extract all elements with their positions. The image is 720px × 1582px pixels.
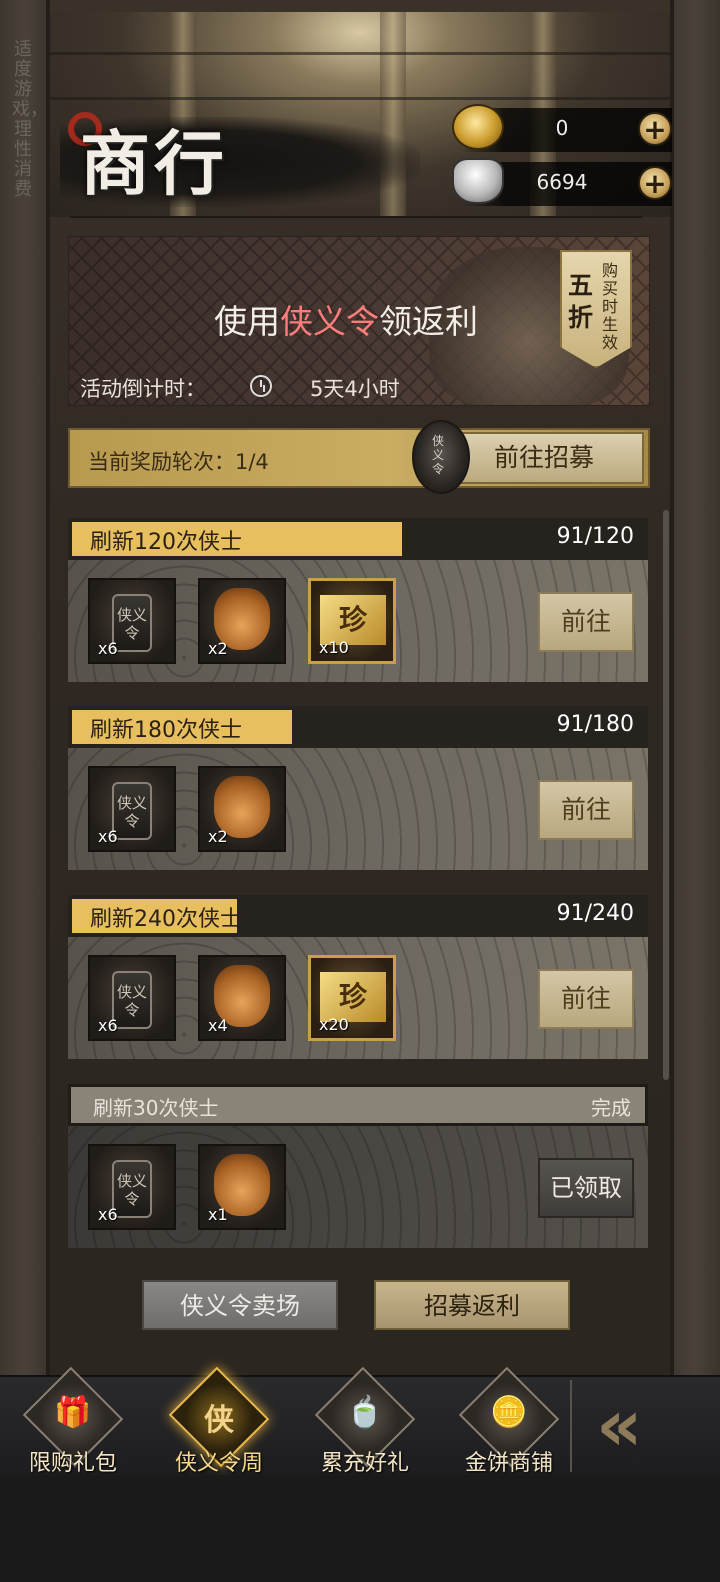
task-title: 刷新120次侠士 xyxy=(90,530,242,555)
back-chevron-icon[interactable]: « xyxy=(596,1389,706,1462)
nav-label: 侠义令周 xyxy=(174,1451,263,1476)
go-button[interactable]: 前往 xyxy=(538,969,634,1029)
reward-item[interactable]: x4 xyxy=(198,955,286,1041)
reward-count: x6 xyxy=(98,827,118,846)
gold-currency: 0 + xyxy=(452,104,672,152)
reward-count: x6 xyxy=(98,639,118,658)
shelf xyxy=(50,52,670,55)
xiayi-token-icon xyxy=(412,420,470,494)
discount-label: 五折 xyxy=(568,271,594,332)
divider xyxy=(70,216,642,218)
nav-label: 金饼商铺 xyxy=(464,1451,553,1476)
clock-icon xyxy=(250,375,272,397)
countdown-value: 5天4小时 xyxy=(310,377,400,401)
reward-count: x6 xyxy=(98,1205,118,1224)
banner-title-highlight: 侠义令 xyxy=(280,302,379,341)
task-rewards: 侠义令 x6 x2 珍 x10 前往 xyxy=(68,560,648,682)
token-market-button[interactable]: 侠义令卖场 xyxy=(142,1280,338,1330)
task-card: 刷新180次侠士 91/180 侠义令 x6 x2 前往 xyxy=(68,706,648,872)
task-header: 刷新180次侠士 91/180 xyxy=(68,706,648,748)
reward-item[interactable]: x2 xyxy=(198,578,286,664)
task-card: 刷新120次侠士 91/120 侠义令 x6 x2 珍 x10 前往 xyxy=(68,518,648,684)
nav-item-recharge-gift[interactable]: 🍵 累充好礼 xyxy=(300,1366,430,1477)
task-rewards: 侠义令 x6 x1 已领取 xyxy=(68,1126,648,1248)
shelf xyxy=(50,97,670,100)
left-frame xyxy=(0,0,50,1390)
task-title: 刷新240次侠士 xyxy=(90,907,242,932)
gold-coin-icon xyxy=(452,104,504,150)
reward-count: x2 xyxy=(208,827,228,846)
banner-title-suffix: 领返利 xyxy=(379,302,478,341)
banner-title: 使用侠义令领返利 xyxy=(214,295,478,343)
task-title: 刷新30次侠士 xyxy=(93,1096,219,1120)
task-progress: 91/120 xyxy=(556,524,634,549)
task-progress: 91/240 xyxy=(556,901,634,926)
task-progress: 91/180 xyxy=(556,712,634,737)
task-header: 刷新120次侠士 91/120 xyxy=(68,518,648,560)
discount-tag: 五折 购买时生效 xyxy=(560,250,632,368)
footer-strip xyxy=(0,1475,720,1582)
rare-ticket-icon: 珍 xyxy=(311,589,395,645)
reward-count: x10 xyxy=(319,638,349,657)
reward-item[interactable]: x2 xyxy=(198,766,286,852)
reward-item[interactable]: 侠义令 x6 xyxy=(88,955,176,1041)
right-frame xyxy=(670,0,720,1390)
frame-line xyxy=(670,0,674,1390)
go-recruit-button[interactable]: 前往招募 xyxy=(444,432,644,484)
nav-item-gold-cake-shop[interactable]: 🪙 金饼商铺 xyxy=(444,1366,574,1477)
scrollbar[interactable] xyxy=(663,510,669,1080)
reward-item[interactable]: 侠义令 x6 xyxy=(88,578,176,664)
nav-divider xyxy=(570,1380,572,1472)
banner-title-prefix: 使用 xyxy=(214,302,280,341)
nav-item-xiayi-week[interactable]: 侠 侠义令周 xyxy=(154,1366,284,1477)
task-header: 刷新240次侠士 91/240 xyxy=(68,895,648,937)
countdown-label: 活动倒计时： xyxy=(80,377,206,401)
nav-item-limited-gift[interactable]: 🎁 限购礼包 xyxy=(8,1366,138,1477)
go-button[interactable]: 前往 xyxy=(538,780,634,840)
xiayi-week-glyph: 侠 xyxy=(204,1403,234,1438)
nav-label: 累充好礼 xyxy=(320,1451,409,1476)
shop-page: 适度游戏，理性消费 商行 0 + 6694 + 使用侠义令领返利 五折 购买时生… xyxy=(0,0,720,1582)
silver-amount: 6694 xyxy=(536,170,588,194)
reward-item[interactable]: 侠义令 x6 xyxy=(88,766,176,852)
page-title: 商行 xyxy=(80,122,228,205)
silver-currency: 6694 + xyxy=(452,158,672,206)
go-button[interactable]: 前往 xyxy=(538,592,634,652)
nav-label: 限购礼包 xyxy=(28,1451,117,1476)
reward-item[interactable]: 珍 x10 xyxy=(308,578,396,664)
gold-amount: 0 xyxy=(555,116,569,140)
recruit-rebate-button[interactable]: 招募返利 xyxy=(374,1280,570,1330)
claimed-button[interactable]: 已领取 xyxy=(538,1158,634,1218)
reward-item[interactable]: 珍 x20 xyxy=(308,955,396,1041)
rare-ticket-icon: 珍 xyxy=(311,966,395,1022)
task-title: 刷新180次侠士 xyxy=(90,718,242,743)
add-silver-button[interactable]: + xyxy=(638,166,672,200)
reward-count: x20 xyxy=(319,1015,349,1034)
health-notice: 适度游戏，理性消费 xyxy=(12,39,48,200)
silver-ingot-icon xyxy=(452,158,504,204)
reward-count: x6 xyxy=(98,1016,118,1035)
task-card: 刷新240次侠士 91/240 侠义令 x6 x4 珍 x20 前往 xyxy=(68,895,648,1061)
task-status: 完成 xyxy=(591,1096,631,1120)
reward-count: x4 xyxy=(208,1016,228,1035)
gift-box-glyph: 🎁 xyxy=(54,1395,92,1430)
task-rewards: 侠义令 x6 x4 珍 x20 前往 xyxy=(68,937,648,1059)
reward-item[interactable]: 侠义令 x6 xyxy=(88,1144,176,1230)
reward-count: x2 xyxy=(208,639,228,658)
task-card-completed: 刷新30次侠士 完成 侠义令 x6 x1 已领取 xyxy=(68,1084,648,1250)
reward-count: x1 xyxy=(208,1205,228,1224)
task-rewards: 侠义令 x6 x2 前往 xyxy=(68,748,648,870)
add-gold-button[interactable]: + xyxy=(638,112,672,146)
tea-set-glyph: 🍵 xyxy=(346,1395,384,1430)
gold-cakes-glyph: 🪙 xyxy=(490,1395,528,1430)
reward-round-text: 当前奖励轮次：1/4 xyxy=(88,450,269,474)
reward-item[interactable]: x1 xyxy=(198,1144,286,1230)
discount-note: 购买时生效 xyxy=(602,261,619,352)
task-header: 刷新30次侠士 完成 xyxy=(68,1084,648,1126)
